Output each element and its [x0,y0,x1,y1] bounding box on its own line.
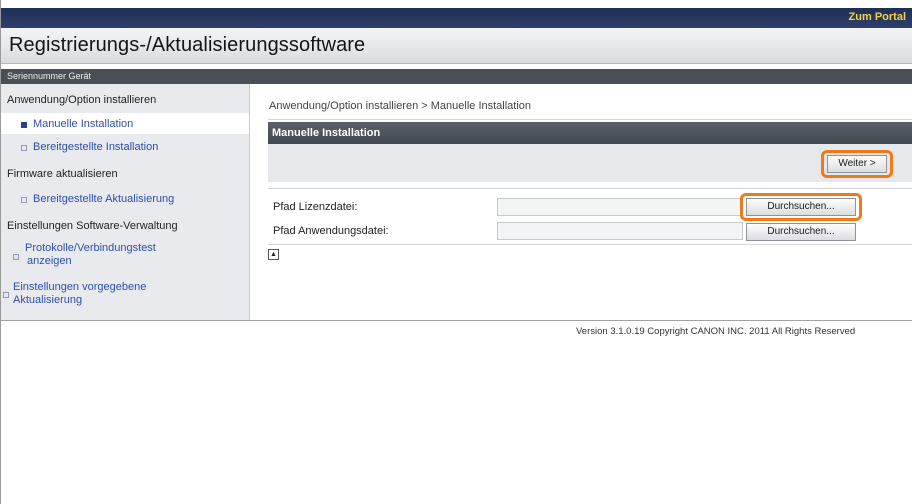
sidebar-section-install: Anwendung/Option installieren [7,94,157,106]
license-path-input[interactable] [497,198,743,216]
title-bar: Registrierungs-/Aktualisierungssoftware [1,28,912,64]
next-button[interactable]: Weiter > [827,155,887,173]
version-copyright: Version 3.1.0.19 Copyright CANON INC. 20… [576,326,856,337]
divider [268,188,912,189]
sidebar-item-label: Protokolle/Verbindungstest anzeigen [25,242,156,268]
sidebar-item-label: Manuelle Installation [33,118,134,130]
bullet-icon [21,145,27,151]
sidebar-item-label: Bereitgestellte Aktualisierung [33,193,175,205]
panel-header: Manuelle Installation [268,122,912,144]
sidebar-item-logs-connection-test[interactable]: Protokolle/Verbindungstest anzeigen [1,238,249,272]
sidebar-item-provided-update[interactable]: Bereitgestellte Aktualisierung [1,188,249,209]
main-content: Anwendung/Option installieren > Manuelle… [251,84,912,320]
sidebar-section-firmware: Firmware aktualisieren [7,168,118,180]
panel-title: Manuelle Installation [272,127,381,139]
portal-link[interactable]: Zum Portal [849,11,906,23]
bullet-icon [3,292,9,298]
sidebar-section-software-management: Einstellungen Software-Verwaltung [7,220,178,232]
sidebar-item-default-update-settings[interactable]: Einstellungen vorgegebene Aktualisierung [1,278,249,312]
divider [268,119,912,120]
application-window: Zum Portal Registrierungs-/Aktualisierun… [0,0,912,504]
top-bar: Zum Portal [1,8,912,28]
sidebar-item-label-line2: anzeigen [27,255,72,267]
browse-app-button[interactable]: Durchsuchen... [746,223,856,241]
browse-license-button[interactable]: Durchsuchen... [746,198,856,216]
selected-bullet-icon [21,122,27,128]
bullet-icon [13,254,19,260]
back-to-top-icon[interactable]: ▲ [268,249,279,260]
page-title: Registrierungs-/Aktualisierungssoftware [9,34,366,56]
sidebar-item-label-line2: Aktualisierung [13,294,83,306]
sidebar-item-provided-installation[interactable]: Bereitgestellte Installation [1,136,249,157]
app-path-input[interactable] [497,222,743,240]
panel-toolbar: Weiter > [268,144,912,182]
sidebar-item-label-line1: Protokolle/Verbindungstest [25,242,156,254]
serial-number-label: Seriennummer Gerät [7,71,92,81]
breadcrumb: Anwendung/Option installieren > Manuelle… [269,100,532,112]
serial-bar: Seriennummer Gerät [1,69,912,84]
bullet-icon [21,197,27,203]
sidebar-item-label: Bereitgestellte Installation [33,141,159,153]
sidebar: Anwendung/Option installieren Manuelle I… [1,84,250,320]
sidebar-item-label-line1: Einstellungen vorgegebene [13,281,147,293]
sidebar-item-label: Einstellungen vorgegebene Aktualisierung [13,281,146,307]
license-path-label: Pfad Lizenzdatei: [273,201,358,213]
app-path-label: Pfad Anwendungsdatei: [273,225,389,237]
sidebar-item-manual-installation[interactable]: Manuelle Installation [1,113,249,134]
divider [268,244,912,245]
footer-divider [1,320,912,321]
